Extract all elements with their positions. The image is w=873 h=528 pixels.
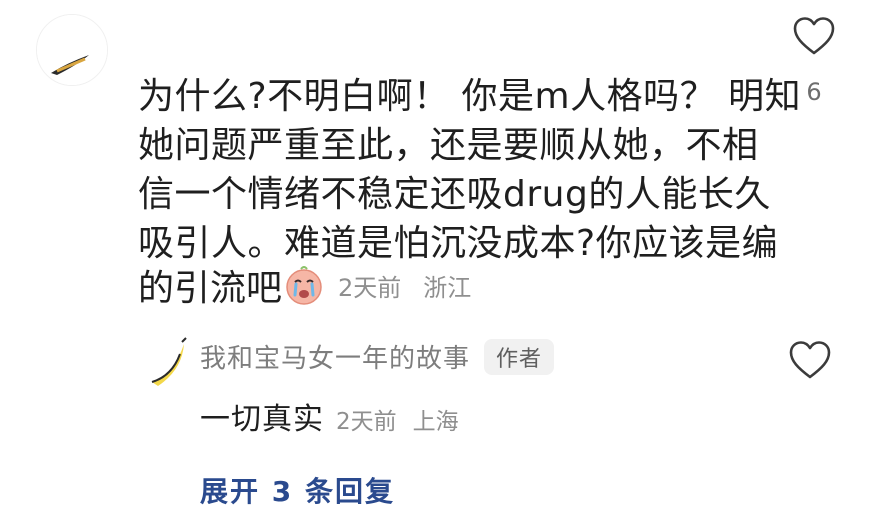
comment-text-line: 的引流吧 xyxy=(138,268,283,309)
reply-item: 我和宝马女一年的故事 作者 一切真实 2天前 上海 xyxy=(0,320,873,450)
heart-outline-icon xyxy=(789,341,831,379)
like-count: 6 xyxy=(806,78,822,106)
reply-text: 一切真实 xyxy=(200,402,324,437)
comment-text-line: 她问题严重至此，还是要顺从她，不相 xyxy=(138,125,759,166)
avatar[interactable] xyxy=(36,14,108,86)
comment-time: 2天前 xyxy=(338,273,402,302)
reply-username-row: 我和宝马女一年的故事 作者 xyxy=(200,338,555,375)
comment-username[interactable]: · · xyxy=(138,2,258,20)
comment-item: · · 为什么?不明白啊！ 你是m人格吗？ 明知 她问题严重至此，还是要顺从她，… xyxy=(0,0,873,320)
reply-avatar[interactable] xyxy=(144,330,192,392)
comment-location: 浙江 xyxy=(423,273,472,302)
reply-like-button[interactable] xyxy=(788,340,840,388)
reply-time: 2天前 xyxy=(336,409,397,435)
reply-body: 一切真实 2天前 上海 xyxy=(200,394,459,438)
heart-outline-icon xyxy=(793,17,835,55)
avatar-image xyxy=(144,330,192,392)
comment-text: 为什么?不明白啊！ 你是m人格吗？ 明知 她问题严重至此，还是要顺从她，不相 信… xyxy=(138,72,802,268)
reply-username[interactable]: 我和宝马女一年的故事 xyxy=(200,338,470,375)
comment-text-line: 为什么?不明白啊！ 你是m人格吗？ 明知 xyxy=(138,76,802,117)
reply-location: 上海 xyxy=(412,409,459,435)
crying-face-emoji-icon xyxy=(284,265,324,305)
comment-like-button[interactable]: 6 xyxy=(788,16,840,106)
author-badge: 作者 xyxy=(484,338,555,375)
expand-replies-link[interactable]: 展开 3 条回复 xyxy=(200,470,395,510)
avatar-image xyxy=(37,15,107,85)
comment-text-line: 信一个情绪不稳定还吸drug的人能长久 xyxy=(138,174,771,215)
comment-meta: 的引流吧 2天前 浙江 xyxy=(138,260,471,310)
